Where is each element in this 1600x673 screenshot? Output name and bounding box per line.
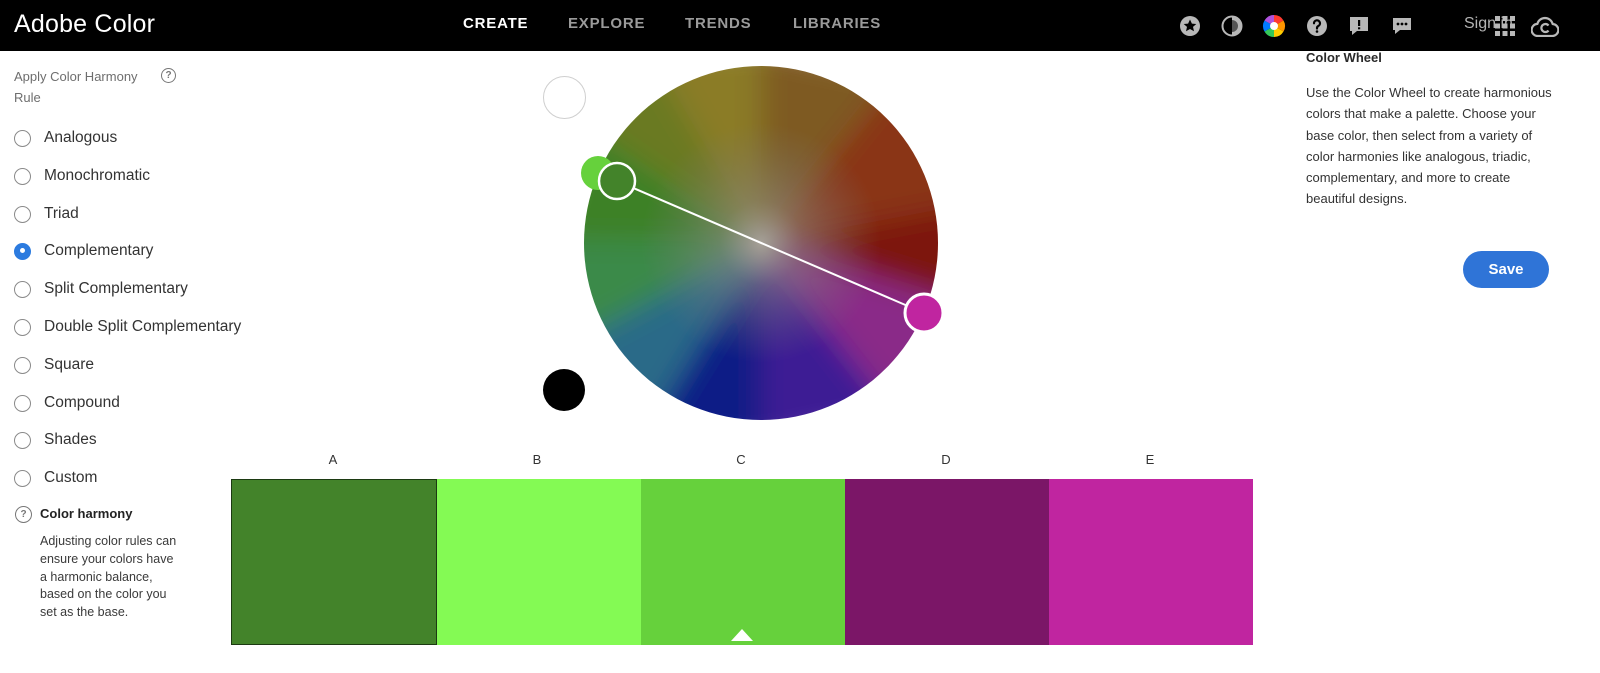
contrast-icon[interactable] (1219, 13, 1245, 39)
nav-create[interactable]: CREATE (463, 15, 528, 32)
radio-analogous[interactable] (14, 129, 31, 147)
info-panel-title: Color Wheel (1306, 50, 1382, 65)
swatch-b[interactable] (437, 479, 641, 645)
color-palette (231, 479, 1253, 645)
rule-shades[interactable]: Shades (14, 428, 97, 452)
radio-split-complementary[interactable] (14, 280, 31, 298)
column-label-b: B (532, 452, 542, 467)
color-wheel-icon[interactable] (1261, 13, 1287, 39)
info-icon[interactable]: ? (15, 506, 32, 523)
radio-custom[interactable] (14, 469, 31, 487)
column-label-e: E (1145, 452, 1155, 467)
rule-double-split-complementary[interactable]: Double Split Complementary (14, 315, 241, 339)
rule-monochromatic[interactable]: Monochromatic (14, 164, 150, 188)
rule-label: Analogous (44, 129, 118, 146)
color-harmony-title: Color harmony (40, 506, 133, 521)
wheel-handle-base[interactable] (597, 161, 637, 201)
nav-explore[interactable]: EXPLORE (568, 15, 645, 32)
base-color-marker-icon (731, 629, 753, 641)
star-icon[interactable] (1177, 13, 1203, 39)
rule-label: Shades (44, 431, 97, 448)
rule-label: Split Complementary (44, 280, 188, 297)
swatch-c[interactable] (641, 479, 845, 645)
rule-split-complementary[interactable]: Split Complementary (14, 277, 188, 301)
wheel-surface (584, 66, 938, 420)
rule-square[interactable]: Square (14, 353, 94, 377)
rule-label: Square (44, 356, 94, 373)
rule-label: Triad (44, 205, 79, 222)
swatch-a[interactable] (231, 479, 437, 645)
apps-grid-icon[interactable] (1492, 13, 1518, 39)
brightness-black-button[interactable] (543, 369, 585, 411)
column-label-d: D (941, 452, 951, 467)
column-label-a: A (328, 452, 338, 467)
radio-complementary[interactable] (14, 242, 31, 260)
info-panel-text: Use the Color Wheel to create harmonious… (1306, 85, 1552, 207)
column-label-c: C (736, 452, 746, 467)
radio-compound[interactable] (14, 394, 31, 412)
swatch-e[interactable] (1049, 479, 1253, 645)
radio-monochromatic[interactable] (14, 167, 31, 185)
top-bar: Adobe Color CREATE EXPLORE TRENDS LIBRAR… (0, 0, 1600, 51)
rule-label: Monochromatic (44, 167, 150, 184)
feedback-icon[interactable] (1346, 13, 1372, 39)
harmony-rule-title: Apply Color Harmony Rule (14, 69, 138, 105)
rule-label: Compound (44, 394, 120, 411)
rule-compound[interactable]: Compound (14, 391, 120, 415)
chat-icon[interactable] (1389, 13, 1415, 39)
rule-label: Double Split Complementary (44, 318, 242, 335)
rule-custom[interactable]: Custom (14, 466, 97, 490)
radio-shades[interactable] (14, 431, 31, 449)
wheel-handle-complement[interactable] (903, 292, 945, 334)
radio-double-split-complementary[interactable] (14, 318, 31, 336)
nav-trends[interactable]: TRENDS (685, 15, 751, 32)
help-icon[interactable]: ? (161, 68, 176, 83)
rule-analogous[interactable]: Analogous (14, 126, 117, 150)
brightness-white-button[interactable] (543, 76, 586, 119)
rule-label: Complementary (44, 242, 154, 259)
color-harmony-description: Adjusting color rules can ensure your co… (40, 534, 177, 620)
save-button[interactable]: Save (1463, 251, 1549, 288)
rule-triad[interactable]: Triad (14, 202, 79, 226)
rule-label: Custom (44, 469, 98, 486)
color-wheel[interactable] (540, 60, 960, 430)
nav-libraries[interactable]: LIBRARIES (793, 15, 881, 32)
radio-square[interactable] (14, 356, 31, 374)
radio-triad[interactable] (14, 205, 31, 223)
rule-complementary[interactable]: Complementary (14, 239, 153, 263)
help-icon[interactable] (1304, 13, 1330, 39)
creative-cloud-icon[interactable] (1530, 13, 1560, 39)
swatch-d[interactable] (845, 479, 1049, 645)
